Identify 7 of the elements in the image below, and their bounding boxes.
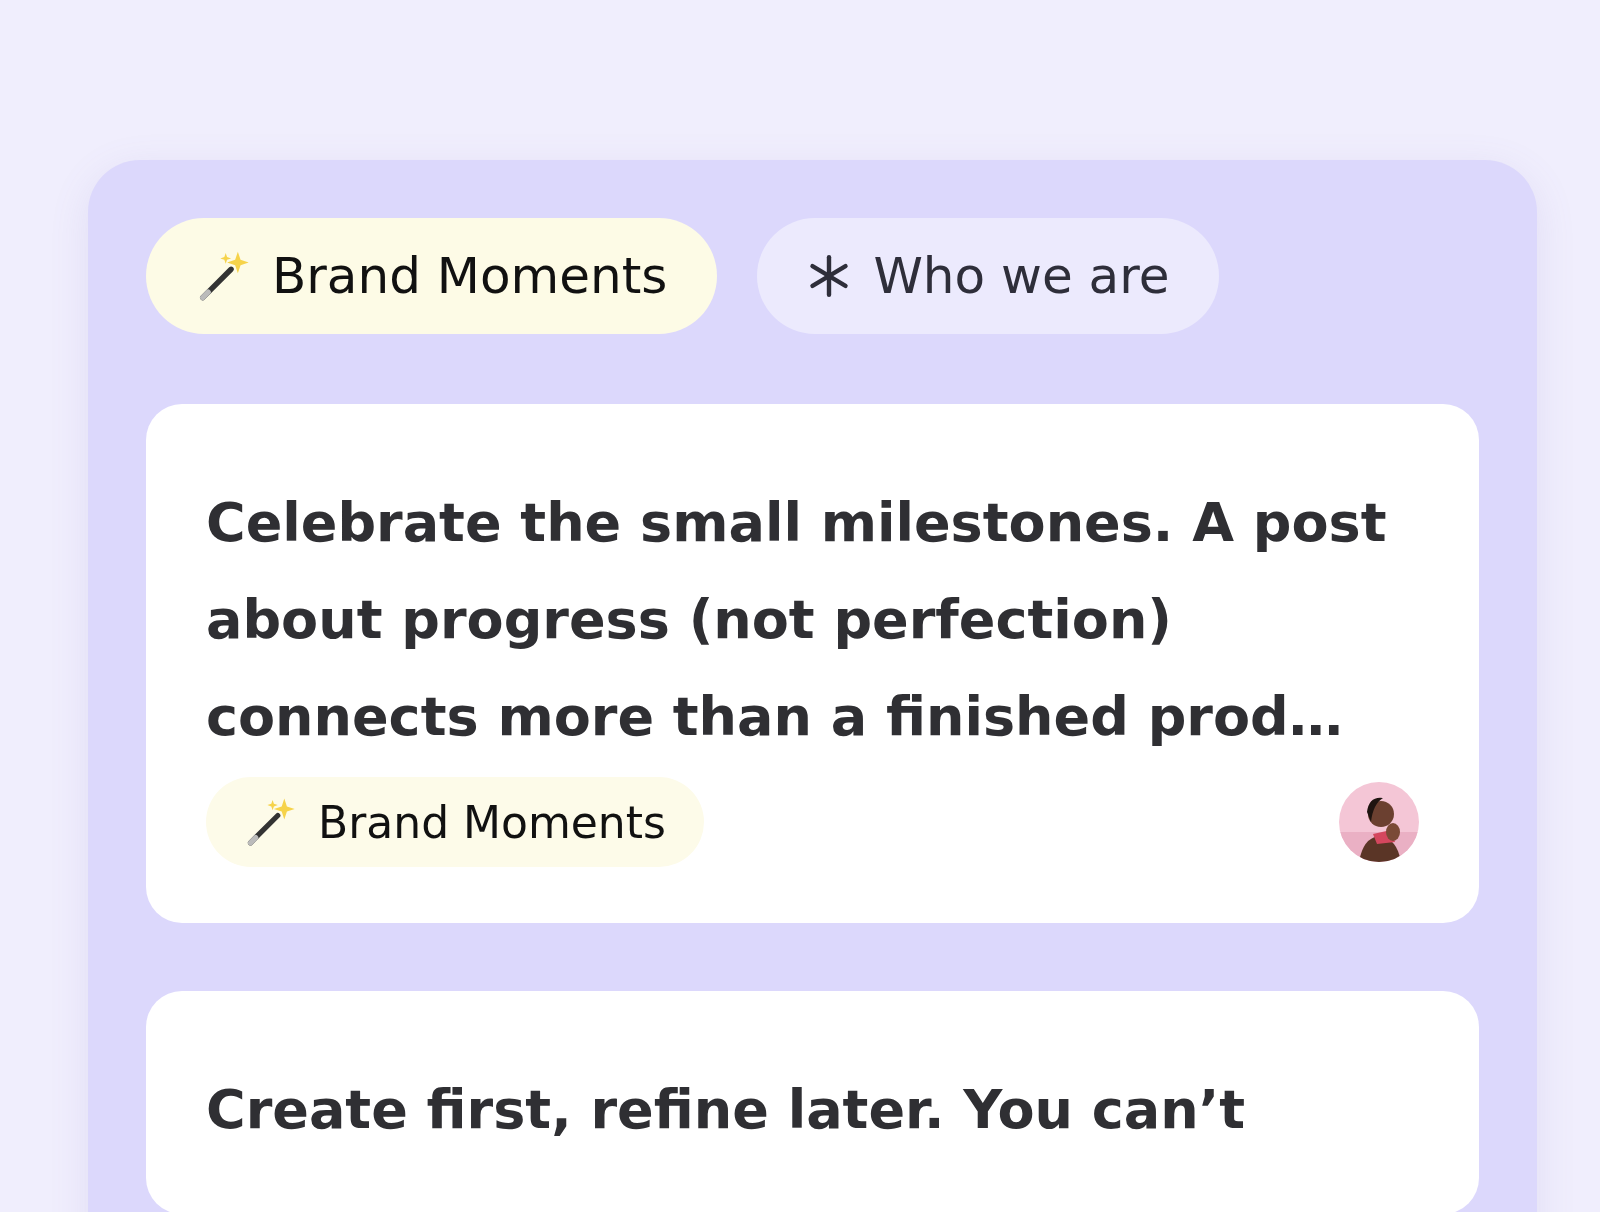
category-tab[interactable]: Who we are	[757, 218, 1220, 334]
post-card[interactable]: Celebrate the small milestones. A post about progress (not perfection) connects more than a finished prod… Brand Moments	[146, 404, 1479, 923]
post-text: Create first, refine later. You can’t	[206, 1077, 1246, 1143]
category-tab[interactable]: Brand Moments	[146, 218, 718, 334]
post-text: Celebrate the small milestones. A post about progress (not perfection) connects more than a finished prod…	[206, 490, 1388, 750]
tag-label: Brand Moments	[318, 796, 666, 848]
post-card[interactable]: Create first, refine later. You can’t	[146, 991, 1479, 1212]
